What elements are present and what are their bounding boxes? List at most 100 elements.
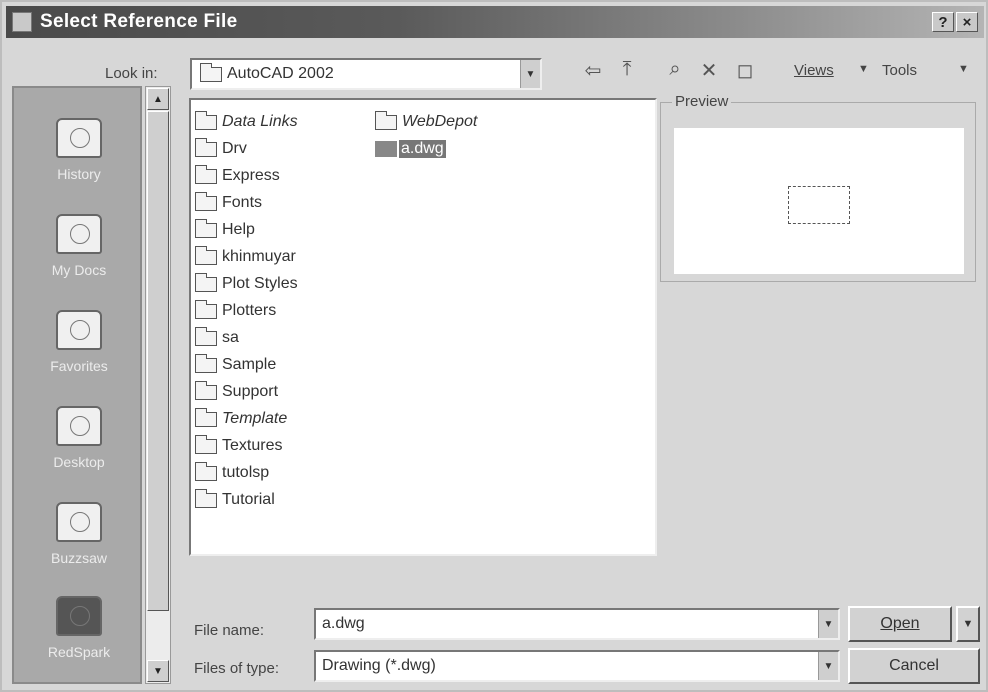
folder-icon bbox=[195, 407, 217, 427]
places-history-label: History bbox=[57, 166, 101, 182]
list-item[interactable]: Sample bbox=[195, 353, 276, 377]
list-item-label: Support bbox=[222, 383, 279, 400]
close-button[interactable]: × bbox=[956, 12, 978, 32]
list-item[interactable]: Plotters bbox=[195, 299, 276, 323]
folder-icon bbox=[195, 380, 217, 400]
dialog-icon bbox=[12, 12, 32, 32]
history-icon bbox=[56, 118, 102, 158]
list-item[interactable]: Tutorial bbox=[195, 488, 275, 512]
dwg-file-icon bbox=[375, 141, 397, 157]
delete-icon[interactable]: ✕ bbox=[696, 58, 722, 83]
scroll-thumb[interactable] bbox=[147, 111, 169, 611]
open-button[interactable]: Open bbox=[848, 606, 952, 642]
open-button-label: Open bbox=[880, 615, 920, 632]
preview-thumbnail bbox=[788, 186, 850, 224]
list-item-label: sa bbox=[222, 329, 239, 346]
files-of-type-select[interactable]: Drawing (*.dwg) ▼ bbox=[314, 650, 840, 682]
views-menu[interactable]: Views bbox=[794, 62, 834, 79]
scroll-down-icon[interactable]: ▼ bbox=[147, 660, 169, 682]
my-documents-icon bbox=[56, 214, 102, 254]
folder-icon bbox=[195, 353, 217, 373]
look-in-combo[interactable]: AutoCAD 2002 ▼ bbox=[190, 58, 542, 90]
dialog-title: Select Reference File bbox=[40, 11, 238, 32]
list-item-label: Sample bbox=[222, 356, 277, 373]
list-item-label: Tutorial bbox=[222, 491, 275, 508]
list-item[interactable]: WebDepot bbox=[375, 110, 477, 134]
preview-area bbox=[674, 128, 964, 274]
list-item[interactable]: Express bbox=[195, 164, 280, 188]
list-item-label: Textures bbox=[222, 437, 283, 454]
list-item-label: a.dwg bbox=[399, 140, 446, 158]
places-favorites[interactable]: Favorites bbox=[14, 310, 144, 374]
folder-icon bbox=[195, 461, 217, 481]
places-buzzsaw-label: Buzzsaw bbox=[50, 550, 108, 566]
list-item-selected[interactable]: a.dwg bbox=[375, 137, 446, 161]
list-item[interactable]: Plot Styles bbox=[195, 272, 298, 296]
list-item-label: Data Links bbox=[222, 113, 298, 130]
list-item-label: tutolsp bbox=[222, 464, 270, 481]
list-item[interactable]: Data Links bbox=[195, 110, 298, 134]
list-item-label: Help bbox=[222, 221, 255, 238]
list-item[interactable]: sa bbox=[195, 326, 239, 350]
folder-icon bbox=[195, 110, 217, 130]
list-item[interactable]: Help bbox=[195, 218, 255, 242]
list-item[interactable]: khinmuyar bbox=[195, 245, 296, 269]
places-history[interactable]: History bbox=[14, 118, 144, 182]
scroll-up-icon[interactable]: ▲ bbox=[147, 88, 169, 110]
list-item[interactable]: Fonts bbox=[195, 191, 262, 215]
places-redspark[interactable]: RedSpark bbox=[14, 596, 144, 660]
places-my-docs[interactable]: My Docs bbox=[14, 214, 144, 278]
places-redspark-label: RedSpark bbox=[47, 644, 111, 660]
new-folder-icon[interactable]: ◻ bbox=[732, 58, 758, 83]
redspark-icon bbox=[56, 596, 102, 636]
folder-icon bbox=[375, 110, 397, 130]
places-my-docs-label: My Docs bbox=[51, 262, 107, 278]
folder-icon bbox=[195, 434, 217, 454]
file-name-label: File name: bbox=[194, 622, 265, 639]
places-scrollbar[interactable]: ▲ ▼ bbox=[145, 86, 171, 684]
look-in-value: AutoCAD 2002 bbox=[227, 65, 334, 82]
folder-icon bbox=[195, 245, 217, 265]
folder-icon bbox=[195, 326, 217, 346]
places-buzzsaw[interactable]: Buzzsaw bbox=[14, 502, 144, 566]
favorites-icon bbox=[56, 310, 102, 350]
preview-label: Preview bbox=[672, 93, 732, 110]
title-bar: Select Reference File ? × bbox=[6, 6, 984, 38]
file-name-input[interactable]: a.dwg ▼ bbox=[314, 608, 840, 640]
list-item-label: WebDepot bbox=[402, 113, 478, 130]
list-item[interactable]: tutolsp bbox=[195, 461, 269, 485]
tools-menu[interactable]: Tools bbox=[882, 62, 917, 79]
places-desktop[interactable]: Desktop bbox=[14, 406, 144, 470]
views-chevron-icon[interactable]: ▼ bbox=[858, 63, 869, 75]
chevron-down-icon[interactable]: ▼ bbox=[520, 60, 540, 88]
tools-chevron-icon[interactable]: ▼ bbox=[958, 63, 969, 75]
list-item[interactable]: Support bbox=[195, 380, 278, 404]
open-options-dropdown[interactable]: ▼ bbox=[956, 606, 980, 642]
back-icon[interactable]: ⇦ bbox=[580, 58, 606, 83]
places-bar: History My Docs Favorites Desktop Buzzsa… bbox=[12, 86, 142, 684]
desktop-icon bbox=[56, 406, 102, 446]
select-reference-file-dialog: Select Reference File ? × Look in: AutoC… bbox=[0, 0, 988, 692]
help-button[interactable]: ? bbox=[932, 12, 954, 32]
list-item-label: Plot Styles bbox=[222, 275, 298, 292]
list-item-label: khinmuyar bbox=[222, 248, 296, 265]
file-name-chevron-icon[interactable]: ▼ bbox=[818, 610, 838, 638]
look-in-label: Look in: bbox=[105, 65, 158, 82]
search-web-icon[interactable]: ⌕ bbox=[662, 58, 688, 81]
list-item[interactable]: Template bbox=[195, 407, 287, 431]
buzzsaw-icon bbox=[56, 502, 102, 542]
file-list[interactable]: Data Links Drv Express Fonts Help khinmu… bbox=[189, 98, 657, 556]
cancel-button[interactable]: Cancel bbox=[848, 648, 980, 684]
places-favorites-label: Favorites bbox=[50, 358, 108, 374]
up-folder-icon[interactable]: ⤒ bbox=[614, 58, 640, 81]
list-item[interactable]: Textures bbox=[195, 434, 282, 458]
folder-icon bbox=[200, 62, 222, 82]
files-of-type-value: Drawing (*.dwg) bbox=[322, 657, 436, 674]
files-of-type-chevron-icon[interactable]: ▼ bbox=[818, 652, 838, 680]
folder-icon bbox=[195, 164, 217, 184]
list-item[interactable]: Drv bbox=[195, 137, 247, 161]
list-item-label: Fonts bbox=[222, 194, 263, 211]
folder-icon bbox=[195, 137, 217, 157]
folder-icon bbox=[195, 218, 217, 238]
list-item-label: Drv bbox=[222, 140, 247, 157]
